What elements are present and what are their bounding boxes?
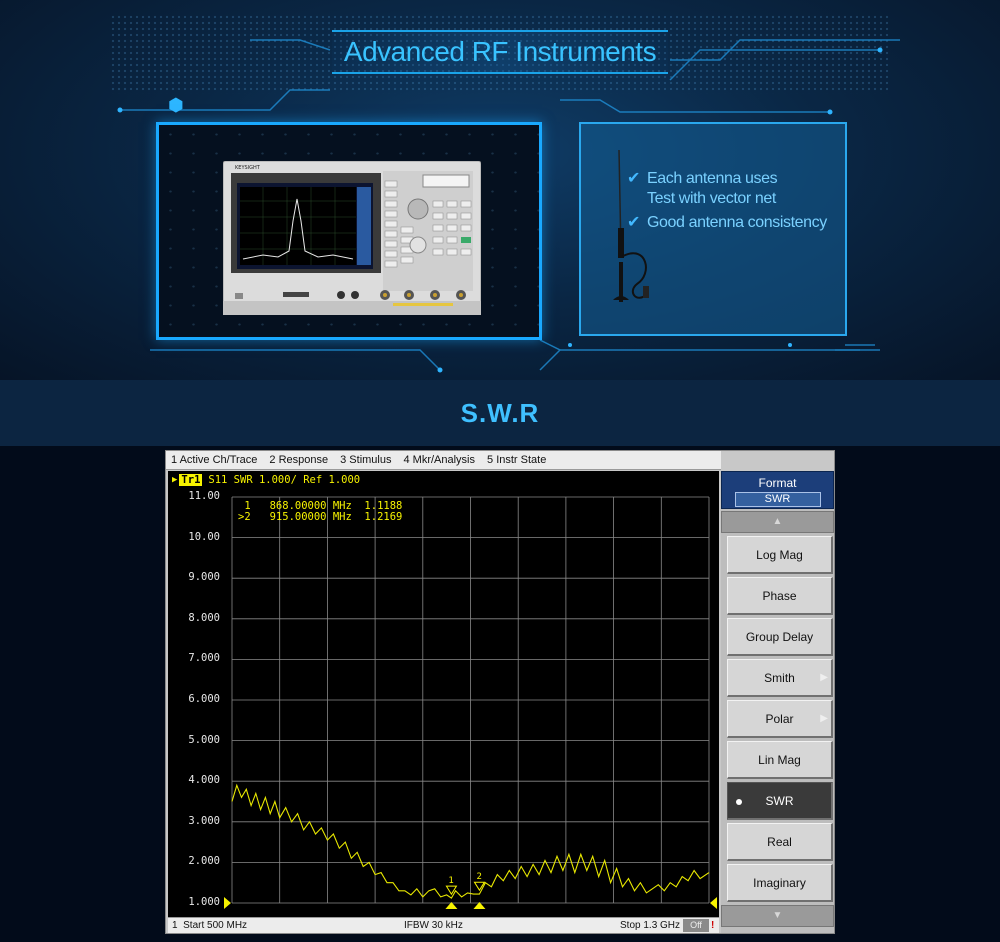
softkey-panel: Format SWR ▲ Log Mag Phase Group Delay S… xyxy=(721,471,834,933)
softkey-label: Phase xyxy=(762,588,797,603)
softkey-label: Real xyxy=(767,834,792,849)
softkey-log-mag[interactable]: Log Mag xyxy=(727,536,833,574)
antenna-feature-panel: ✔ Each antenna uses Test with vector net … xyxy=(579,122,847,336)
selected-dot-icon xyxy=(736,799,742,805)
format-title: Format xyxy=(758,476,797,490)
format-menu-header: Format SWR xyxy=(721,471,834,509)
softkey-label: Log Mag xyxy=(756,547,803,562)
y-tick-label: 3.000 xyxy=(188,814,220,827)
softkey-imaginary[interactable]: Imaginary xyxy=(727,864,833,902)
feature-text: Each antenna uses xyxy=(647,170,778,187)
trace-label: S11 SWR 1.000/ Ref 1.000 xyxy=(208,473,361,486)
y-tick-label: 11.00 xyxy=(188,490,220,502)
feature-item: ✔ Each antenna uses xyxy=(627,168,778,188)
softkey-label: SWR xyxy=(765,793,794,808)
swr-chart: 12 xyxy=(224,496,717,909)
softkey-label: Lin Mag xyxy=(758,752,801,767)
banner-title: Advanced RF Instruments xyxy=(332,30,668,74)
softkey-real[interactable]: Real xyxy=(727,823,833,861)
checkmark-icon: ✔ xyxy=(627,170,641,187)
y-tick-label: 8.000 xyxy=(188,611,220,624)
status-bar: 1 Start 500 MHz IFBW 30 kHz Stop 1.3 GHz… xyxy=(168,917,719,933)
section-title: S.W.R xyxy=(460,397,540,428)
softkey-phase[interactable]: Phase xyxy=(727,577,833,615)
menu-item-response[interactable]: 2 Response xyxy=(269,454,328,466)
checkmark-icon: ✔ xyxy=(627,214,641,231)
network-analyzer-screen: 1 Active Ch/Trace 2 Response 3 Stimulus … xyxy=(165,450,835,934)
softkey-polar[interactable]: Polar ▶ xyxy=(727,700,833,738)
section-heading-band: S.W.R xyxy=(0,380,1000,446)
menu-item-instr-state[interactable]: 5 Instr State xyxy=(487,454,546,466)
y-tick-label: 9.000 xyxy=(188,571,220,584)
y-tick-label: 2.000 xyxy=(188,855,220,868)
marker-label: 2 xyxy=(476,872,481,882)
warning-indicator: ! xyxy=(711,920,715,931)
trace-active-arrow-icon: ▶ xyxy=(172,474,178,485)
feature-item: ✔ Good antenna consistency xyxy=(627,212,827,232)
menu-bar: 1 Active Ch/Trace 2 Response 3 Stimulus … xyxy=(166,451,721,470)
scroll-up-button[interactable]: ▲ xyxy=(721,511,834,533)
y-tick-label: 10.00 xyxy=(188,530,220,543)
submenu-arrow-icon: ▶ xyxy=(820,672,828,683)
reference-right-arrow-icon xyxy=(710,897,717,909)
start-frequency: Start 500 MHz xyxy=(183,920,248,931)
softkey-lin-mag[interactable]: Lin Mag xyxy=(727,741,833,779)
y-tick-label: 7.000 xyxy=(188,652,220,665)
channel-number: 1 xyxy=(172,920,178,931)
softkey-swr[interactable]: SWR xyxy=(727,782,833,820)
hexagon-icon: ⬢ xyxy=(168,95,184,115)
softkey-group-delay[interactable]: Group Delay xyxy=(727,618,833,656)
off-indicator[interactable]: Off xyxy=(683,919,709,932)
instrument-brand: KEYSIGHT xyxy=(235,165,261,171)
trace-tag[interactable]: Tr1 xyxy=(179,473,203,486)
softkey-label: Polar xyxy=(765,711,794,726)
y-tick-label: 6.000 xyxy=(188,693,220,705)
network-analyzer-image: KEYSIGHT xyxy=(223,161,481,315)
feature-item: Test with vector net xyxy=(627,190,776,208)
reference-left-arrow-icon xyxy=(224,897,231,909)
ifbw-readout: IFBW 30 kHz xyxy=(404,920,463,931)
format-current-value: SWR xyxy=(734,492,821,507)
feature-text: Test with vector net xyxy=(647,190,776,207)
instrument-image-panel: KEYSIGHT xyxy=(156,122,542,340)
softkey-label: Smith xyxy=(764,670,795,685)
stop-frequency: Stop 1.3 GHz xyxy=(620,920,681,931)
softkey-smith[interactable]: Smith ▶ xyxy=(727,659,833,697)
menu-item-mkr-analysis[interactable]: 4 Mkr/Analysis xyxy=(403,454,475,466)
menu-item-active-ch-trace[interactable]: 1 Active Ch/Trace xyxy=(171,454,257,466)
y-tick-label: 5.000 xyxy=(188,733,220,746)
softkey-label: Group Delay xyxy=(745,629,814,644)
y-tick-label: 4.000 xyxy=(188,774,220,787)
y-tick-label: 1.000 xyxy=(188,896,220,908)
trace-header: ▶ Tr1 S11 SWR 1.000/ Ref 1.000 xyxy=(172,473,360,486)
marker-label: 1 xyxy=(448,876,453,886)
scroll-down-button[interactable]: ▼ xyxy=(721,905,834,927)
marker-readout-2: >2 915.00000 MHz 1.2169 xyxy=(238,511,403,523)
feature-text: Good antenna consistency xyxy=(647,214,827,231)
softkey-label: Imaginary xyxy=(753,875,806,890)
submenu-arrow-icon: ▶ xyxy=(820,713,828,724)
hero-banner: Advanced RF Instruments ⬢ KEYSIGHT ✔ Eac… xyxy=(0,0,1000,380)
menu-item-stimulus[interactable]: 3 Stimulus xyxy=(340,454,391,466)
trace-plot-area: 12 ▶ Tr1 S11 SWR 1.000/ Ref 1.000 1 868.… xyxy=(168,471,719,917)
